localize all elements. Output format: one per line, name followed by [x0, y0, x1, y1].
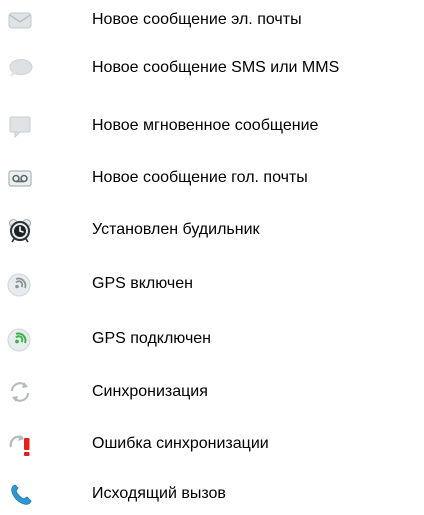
instant-message-icon — [6, 112, 34, 140]
list-item-label: Ошибка синхронизации — [92, 435, 269, 452]
list-item: GPS подключен — [0, 319, 424, 359]
outgoing-call-icon — [6, 480, 34, 508]
list-item: Установлен будильник — [0, 210, 424, 250]
list-item-label: Новое сообщение гол. почты — [92, 169, 308, 186]
gps-connected-icon — [6, 325, 34, 353]
list-item: Ошибка синхронизации — [0, 424, 424, 464]
email-icon — [6, 6, 34, 34]
sync-icon — [6, 378, 34, 406]
list-item-label: GPS подключен — [92, 330, 212, 347]
list-item-label: Синхронизация — [92, 383, 208, 400]
notification-icons-list: Новое сообщение эл. почты Новое сообщени… — [0, 0, 424, 515]
sms-bubble-icon — [6, 54, 34, 82]
list-item: Синхронизация — [0, 372, 424, 412]
list-item-label: Новое мгновенное сообщение — [92, 117, 319, 134]
sync-error-icon — [6, 430, 34, 458]
list-item: GPS включен — [0, 264, 424, 304]
list-item-label: Новое сообщение эл. почты — [92, 11, 302, 28]
gps-on-icon — [6, 270, 34, 298]
voicemail-icon — [6, 164, 34, 192]
list-item: Новое мгновенное сообщение — [0, 106, 424, 146]
list-item-label: GPS включен — [92, 275, 193, 292]
list-item-label: Установлен будильник — [92, 221, 260, 238]
list-item-label: Исходящий вызов — [92, 485, 226, 502]
list-item: Новое сообщение гол. почты — [0, 158, 424, 198]
list-item: Исходящий вызов — [0, 474, 424, 514]
alarm-clock-icon — [6, 216, 34, 244]
list-item: Новое сообщение SMS или MMS — [0, 48, 424, 88]
list-item-label: Новое сообщение SMS или MMS — [92, 59, 340, 76]
list-item: Новое сообщение эл. почты — [0, 0, 424, 40]
